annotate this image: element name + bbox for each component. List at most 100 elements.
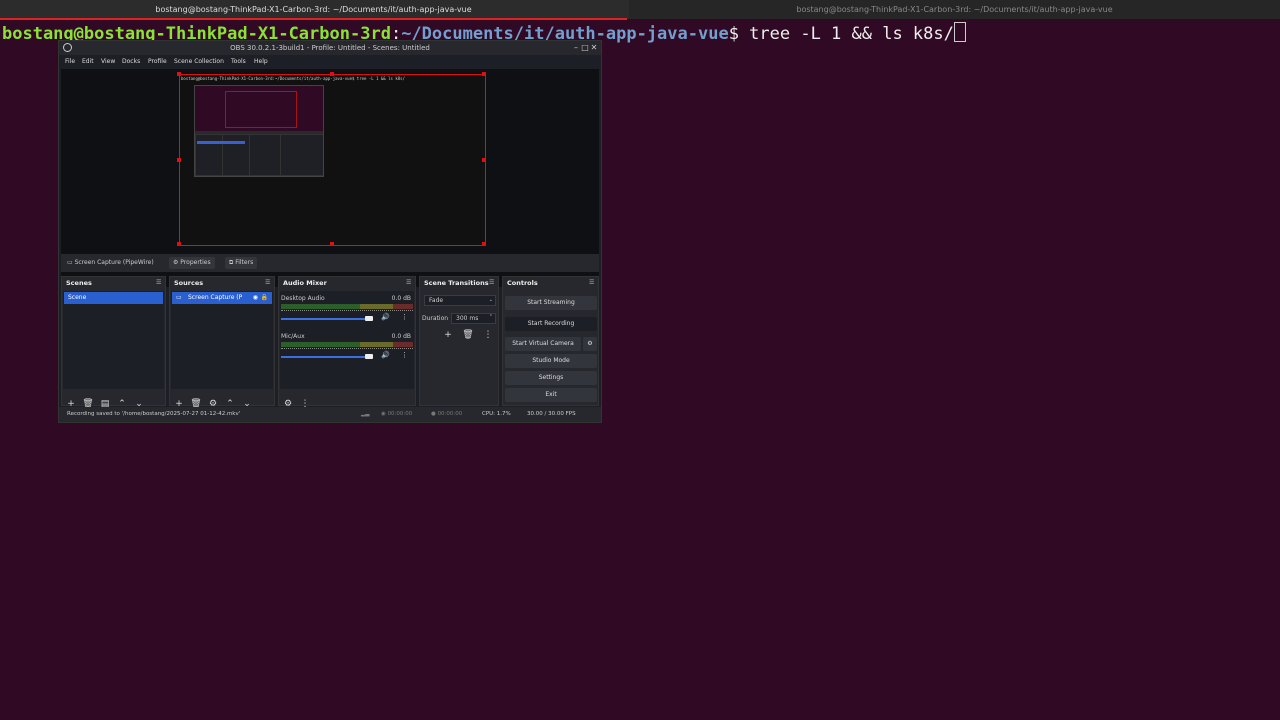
source-toolbar: ▭ Screen Capture (PipeWire) ⚙ Properties… xyxy=(61,254,599,272)
terminal-cursor xyxy=(953,22,966,42)
source-item-label: Screen Capture (P xyxy=(188,294,243,301)
resize-handle[interactable] xyxy=(482,242,486,246)
sources-list: Screen Capture (P ▭ ◉ 🔒 xyxy=(171,291,273,389)
close-icon[interactable]: ✕ xyxy=(589,41,599,55)
source-item[interactable]: Screen Capture (P ▭ ◉ 🔒 xyxy=(172,292,272,304)
record-time: 00:00:00 xyxy=(437,411,463,417)
duration-value: 300 ms xyxy=(456,315,479,322)
menu-edit[interactable]: Edit xyxy=(82,56,94,68)
resize-handle[interactable] xyxy=(482,72,486,76)
meter-ticks xyxy=(281,348,413,353)
meter-ticks xyxy=(281,310,413,315)
scene-transitions-dock: Scene Transitions ☰ Fade ⌄ Duration 300 … xyxy=(419,276,499,406)
channel-db: 0.0 dB xyxy=(391,333,411,340)
stream-time: 00:00:00 xyxy=(387,411,413,417)
volume-slider-knob[interactable] xyxy=(365,354,373,359)
dock-menu-icon[interactable]: ☰ xyxy=(489,279,495,286)
studio-mode-button[interactable]: Studio Mode xyxy=(505,354,597,368)
active-tab-indicator xyxy=(0,18,627,20)
resize-handle[interactable] xyxy=(482,158,486,162)
scenes-toolbar: + 🗑 ▤ ⌃ ⌄ xyxy=(65,391,150,409)
resize-handle[interactable] xyxy=(330,242,334,246)
stepper-icon[interactable]: ⌃ xyxy=(489,313,493,322)
stream-status: ◉ 00:00:00 xyxy=(381,411,413,417)
mixer-toolbar: ⚙ ⋮ xyxy=(282,391,316,409)
channel-db: 0.0 dB xyxy=(391,295,411,302)
duration-field[interactable]: 300 ms ⌃ xyxy=(451,313,496,324)
transition-select-value: Fade xyxy=(429,297,444,304)
duration-label: Duration xyxy=(422,315,449,322)
terminal-tab-1[interactable]: bostang@bostang-ThinkPad-X1-Carbon-3rd: … xyxy=(0,0,627,19)
resize-handle[interactable] xyxy=(177,242,181,246)
channel-name: Mic/Aux xyxy=(281,333,305,340)
preview-nested-obs xyxy=(194,85,324,177)
obs-window: OBS 30.0.2.1-3build1 - Profile: Untitled… xyxy=(58,40,602,423)
dock-menu-icon[interactable]: ☰ xyxy=(265,279,271,286)
obs-status-bar: Recording saved to '/home/bostang/2025-0… xyxy=(59,407,601,422)
kebab-menu-icon[interactable]: ⋮ xyxy=(401,351,408,359)
transition-menu-icon[interactable]: ⋮ xyxy=(482,329,494,341)
audio-mixer-title: Audio Mixer xyxy=(283,279,327,287)
scene-transitions-title: Scene Transitions xyxy=(424,279,489,287)
speaker-icon[interactable]: 🔊 xyxy=(381,351,390,359)
terminal-tab-2[interactable]: bostang@bostang-ThinkPad-X1-Carbon-3rd: … xyxy=(629,0,1280,19)
signal-icon: ▂▃ xyxy=(361,411,370,417)
source-toolbar-current: ▭ Screen Capture (PipeWire) xyxy=(67,259,154,266)
preview-nested-selection xyxy=(225,91,297,128)
volume-slider-track[interactable] xyxy=(281,318,370,320)
monitor-icon: ▭ xyxy=(176,294,182,301)
fps-readout: 30.00 / 30.00 FPS xyxy=(527,411,576,417)
remove-transition-icon[interactable]: 🗑 xyxy=(462,329,474,341)
kebab-menu-icon[interactable]: ⋮ xyxy=(401,313,408,321)
virtual-camera-settings-icon[interactable]: ⚙ xyxy=(583,337,597,351)
volume-meter xyxy=(281,304,413,309)
preview-nested-panel xyxy=(249,134,281,176)
properties-button[interactable]: ⚙ Properties xyxy=(169,257,215,269)
menu-help[interactable]: Help xyxy=(254,56,268,68)
preview-nested-selection-bar xyxy=(197,141,245,144)
volume-slider-knob[interactable] xyxy=(365,316,373,321)
add-transition-icon[interactable]: + xyxy=(442,329,454,341)
resize-handle[interactable] xyxy=(177,158,181,162)
audio-mixer-dock: Audio Mixer ☰ Desktop Audio 0.0 dB 🔊 ⋮ M… xyxy=(278,276,416,409)
menu-scene-collection[interactable]: Scene Collection xyxy=(174,56,224,68)
start-virtual-camera-button[interactable]: Start Virtual Camera xyxy=(505,337,581,351)
preview-terminal-text: bostang@bostang-ThinkPad-X1-Carbon-3rd:~… xyxy=(181,76,405,81)
menu-view[interactable]: View xyxy=(101,56,115,68)
start-recording-button[interactable]: Start Recording xyxy=(505,317,597,331)
obs-menu-bar: File Edit View Docks Profile Scene Colle… xyxy=(59,56,601,68)
start-streaming-button[interactable]: Start Streaming xyxy=(505,296,597,310)
sources-dock: Sources ☰ Screen Capture (P ▭ ◉ 🔒 + 🗑 ⚙ ⌃ ⌄ xyxy=(169,276,275,409)
chevron-down-icon: ⌄ xyxy=(488,297,493,303)
settings-button[interactable]: Settings xyxy=(505,371,597,385)
sources-dock-title: Sources xyxy=(174,279,204,287)
controls-dock: Controls ☰ Start Streaming Start Recordi… xyxy=(502,276,599,406)
menu-profile[interactable]: Profile xyxy=(148,56,167,68)
dock-menu-icon[interactable]: ☰ xyxy=(406,279,412,286)
preview-nested-panel xyxy=(280,134,323,176)
dock-menu-icon[interactable]: ☰ xyxy=(589,279,595,286)
menu-docks[interactable]: Docks xyxy=(122,56,140,68)
eye-icon[interactable]: ◉ xyxy=(253,292,258,304)
lock-icon[interactable]: 🔒 xyxy=(261,292,268,304)
prompt-command: $ tree -L 1 && ls k8s/ xyxy=(728,24,954,44)
audio-mixer-body: Desktop Audio 0.0 dB 🔊 ⋮ Mic/Aux 0.0 dB … xyxy=(280,291,414,389)
speaker-icon[interactable]: 🔊 xyxy=(381,313,390,321)
exit-button[interactable]: Exit xyxy=(505,388,597,402)
filters-button[interactable]: ⧉ Filters xyxy=(225,257,258,269)
scenes-dock-title: Scenes xyxy=(66,279,92,287)
volume-slider-track[interactable] xyxy=(281,356,370,358)
obs-logo-icon xyxy=(63,43,72,52)
dock-menu-icon[interactable]: ☰ xyxy=(156,279,162,286)
menu-file[interactable]: File xyxy=(65,56,75,68)
preview-canvas-selection[interactable]: bostang@bostang-ThinkPad-X1-Carbon-3rd:~… xyxy=(177,72,486,246)
sources-toolbar: + 🗑 ⚙ ⌃ ⌄ xyxy=(173,391,258,409)
transition-select[interactable]: Fade ⌄ xyxy=(424,295,496,306)
channel-name: Desktop Audio xyxy=(281,295,325,302)
status-message: Recording saved to '/home/bostang/2025-0… xyxy=(67,411,241,417)
obs-title-bar: OBS 30.0.2.1-3build1 - Profile: Untitled… xyxy=(59,41,601,55)
menu-tools[interactable]: Tools xyxy=(231,56,246,68)
scene-item[interactable]: Scene xyxy=(64,292,163,304)
filters-label: Filters xyxy=(235,259,254,266)
properties-label: Properties xyxy=(180,259,211,266)
